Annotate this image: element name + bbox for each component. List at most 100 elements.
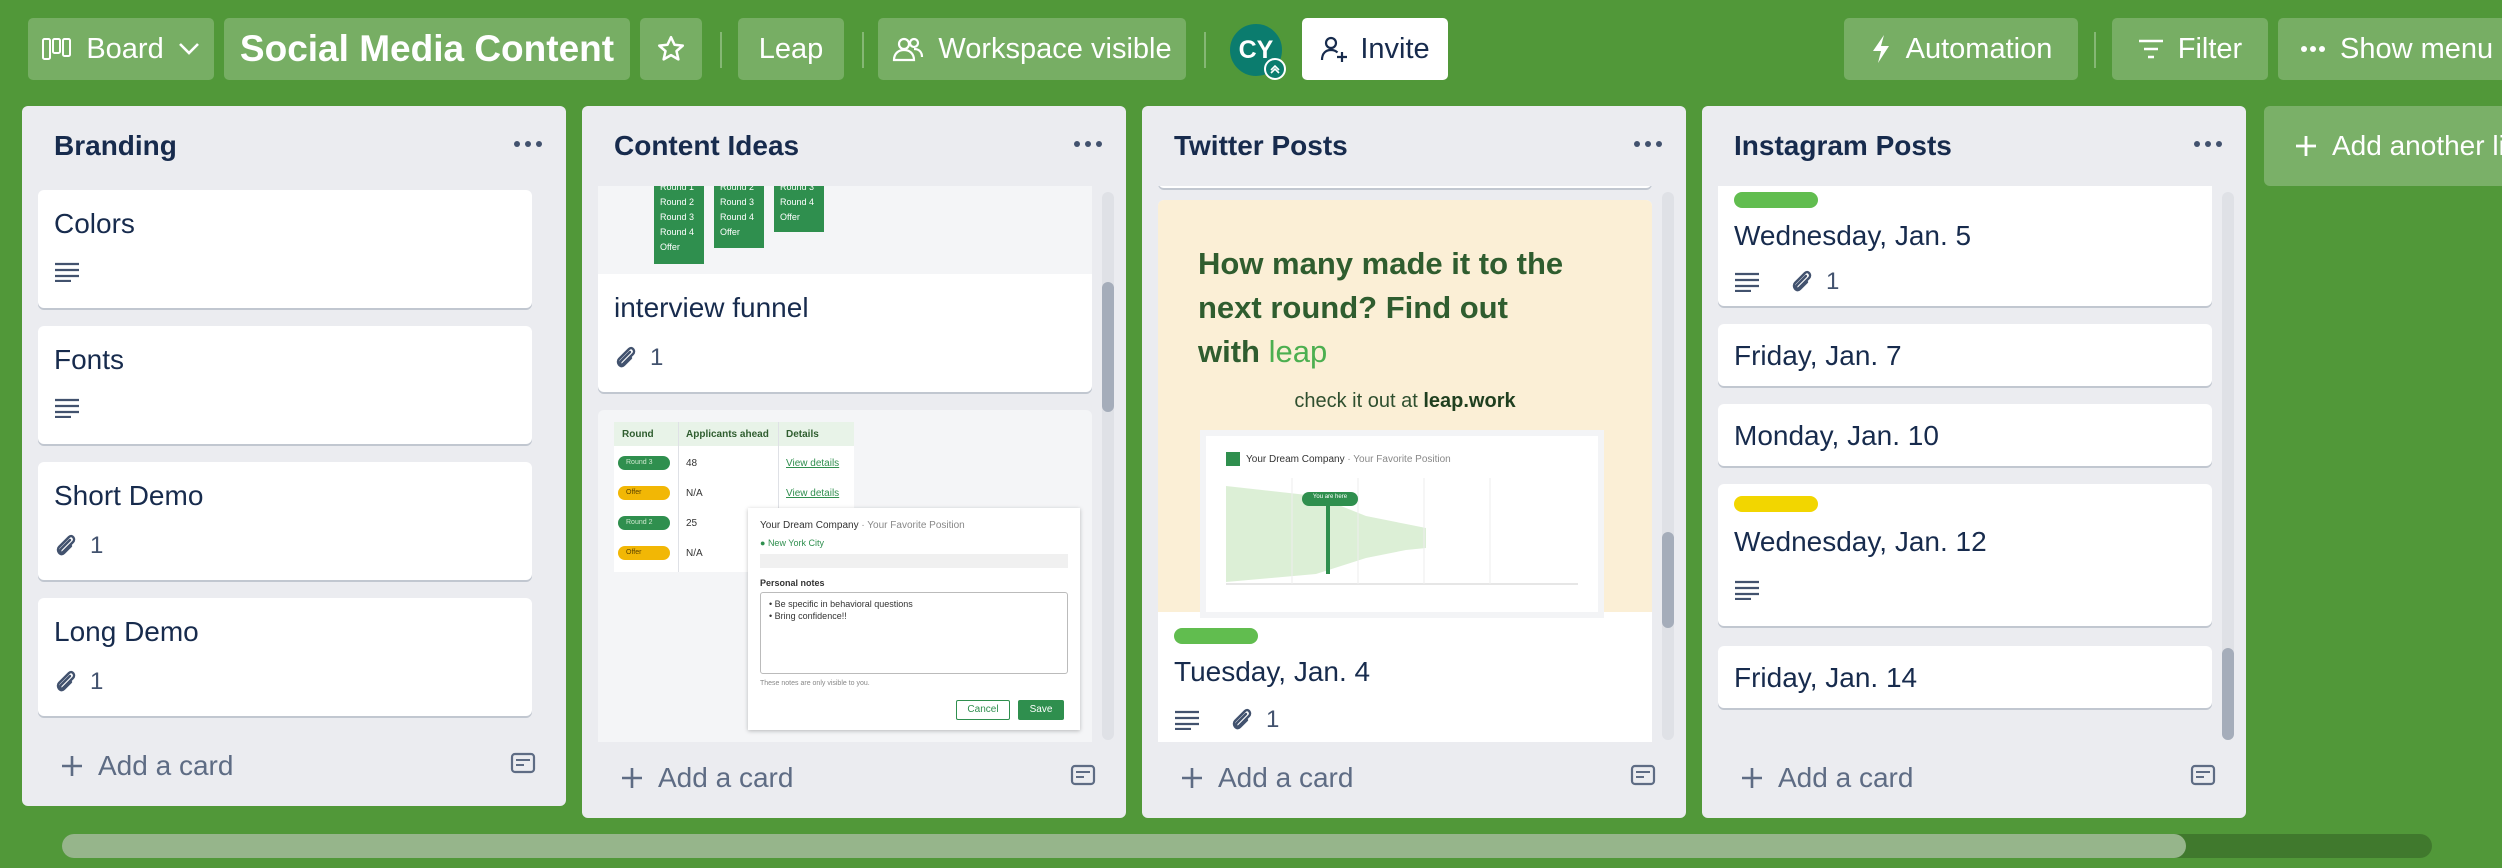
card-friday-jan-7[interactable]: Friday, Jan. 7 bbox=[1718, 324, 2212, 386]
card-template-icon[interactable] bbox=[1630, 762, 1656, 788]
list-menu-button[interactable] bbox=[2194, 134, 2222, 154]
show-menu-label: Show menu bbox=[2340, 32, 2494, 65]
list-menu-button[interactable] bbox=[1634, 134, 1662, 154]
card-wednesday-jan-12[interactable]: Wednesday, Jan. 12 bbox=[1718, 484, 2212, 626]
card-title: Fonts bbox=[54, 344, 125, 375]
card-short-demo[interactable]: Short Demo 1 bbox=[38, 462, 532, 580]
pill-label: Round 2 bbox=[660, 197, 695, 207]
add-card-button[interactable]: Add a card bbox=[620, 762, 793, 794]
list-scrollbar[interactable] bbox=[1102, 192, 1114, 740]
add-card-label: Add a card bbox=[1218, 762, 1354, 793]
list-title[interactable]: Content Ideas bbox=[614, 130, 799, 162]
card-wednesday-jan-5[interactable]: Wednesday, Jan. 5 1 bbox=[1718, 186, 2212, 306]
list-header: Branding bbox=[22, 106, 566, 186]
automation-button[interactable]: Automation bbox=[1844, 18, 2078, 80]
list-scrollbar[interactable] bbox=[1662, 192, 1674, 740]
pill-label: Round 4 bbox=[720, 212, 755, 222]
mock-note: Be specific in behavioral questions bbox=[774, 599, 913, 609]
promo-link: leap.work bbox=[1423, 390, 1516, 412]
board-horizontal-scrollbar[interactable] bbox=[62, 834, 2432, 858]
list-header: Content Ideas bbox=[582, 106, 1126, 186]
board-header: Board Social Media Content Leap Workspac… bbox=[0, 0, 2502, 100]
visibility-button[interactable]: Workspace visible bbox=[878, 18, 1186, 80]
list-scrollbar-thumb[interactable] bbox=[1662, 532, 1674, 628]
people-icon bbox=[893, 37, 924, 62]
card-badges bbox=[54, 398, 80, 418]
paperclip-icon bbox=[56, 670, 76, 692]
list-menu-button[interactable] bbox=[514, 134, 542, 154]
list-scrollbar-thumb[interactable] bbox=[1102, 282, 1114, 412]
card-title: Friday, Jan. 14 bbox=[1734, 662, 1918, 693]
list-twitter-posts: Twitter Posts How many made it to the ne… bbox=[1142, 106, 1686, 818]
card-interview-funnel[interactable]: Round 1 Round 2 Round 3 Round 4 Offer Ro… bbox=[598, 186, 1092, 392]
attachment-count: 1 bbox=[90, 532, 104, 559]
card-label-yellow[interactable] bbox=[1734, 496, 1818, 512]
list-header: Instagram Posts bbox=[1702, 106, 2246, 186]
list-scrollbar[interactable] bbox=[2222, 192, 2234, 740]
card-long-demo[interactable]: Long Demo 1 bbox=[38, 598, 532, 716]
card-template-icon[interactable] bbox=[1070, 762, 1096, 788]
list-title[interactable]: Instagram Posts bbox=[1734, 130, 1952, 162]
pill-label: Round 2 bbox=[720, 186, 755, 192]
card-cover-image: Round Applicants ahead Details Round 3 4… bbox=[598, 410, 1092, 742]
attachment-badge: 1 bbox=[614, 344, 663, 372]
mock-count: N/A bbox=[686, 488, 703, 499]
add-card-label: Add a card bbox=[658, 762, 794, 793]
card-badges: 1 bbox=[614, 344, 663, 372]
mock-status-pill: Offer bbox=[618, 486, 670, 500]
mock-col-header: Round bbox=[622, 429, 654, 440]
mock-location: New York City bbox=[767, 538, 824, 548]
list-scrollbar-thumb[interactable] bbox=[2222, 648, 2234, 740]
promo-mock-position: · Your Favorite Position bbox=[1347, 454, 1451, 465]
plus-icon bbox=[2296, 136, 2316, 156]
list-menu-button[interactable] bbox=[1074, 134, 1102, 154]
card-badges: 1 bbox=[54, 668, 103, 696]
board-scrollbar-thumb[interactable] bbox=[62, 834, 2186, 858]
add-card-button[interactable]: Add a card bbox=[1180, 762, 1353, 794]
mock-status-pill: Round 3 bbox=[618, 456, 670, 470]
list-branding: Branding Colors Fonts Short Demo 1 Long … bbox=[22, 106, 566, 806]
star-board-button[interactable] bbox=[640, 18, 702, 80]
attachment-badge: 1 bbox=[1230, 706, 1279, 734]
pill-label: Offer bbox=[660, 242, 680, 252]
view-switcher-label: Board bbox=[86, 32, 164, 65]
plus-icon bbox=[62, 756, 82, 776]
card-label-green[interactable] bbox=[1734, 192, 1818, 208]
card-badges: 1 bbox=[1174, 706, 1279, 734]
paperclip-icon bbox=[1792, 270, 1812, 292]
mock-notes-label: Personal notes bbox=[760, 578, 825, 588]
card-title: Wednesday, Jan. 5 bbox=[1734, 220, 1972, 251]
list-content-ideas: Content Ideas Round 1 Round 2 Round 3 Ro… bbox=[582, 106, 1126, 818]
card-label-green[interactable] bbox=[1174, 628, 1258, 644]
card-friday-jan-14[interactable]: Friday, Jan. 14 bbox=[1718, 646, 2212, 708]
invite-button[interactable]: Invite bbox=[1302, 18, 1448, 80]
card-colors[interactable]: Colors bbox=[38, 190, 532, 308]
card-title: Colors bbox=[54, 208, 135, 239]
board-icon bbox=[42, 38, 72, 60]
card-previous[interactable] bbox=[1158, 186, 1652, 188]
add-card-button[interactable]: Add a card bbox=[1740, 762, 1913, 794]
view-switcher-button[interactable]: Board bbox=[28, 18, 214, 80]
card-badges: 1 bbox=[1734, 268, 1839, 296]
add-list-button[interactable]: Add another list bbox=[2264, 106, 2502, 186]
promo-subline: check it out at leap.work bbox=[1158, 390, 1652, 413]
pill-label: Offer bbox=[720, 227, 740, 237]
board-title[interactable]: Social Media Content bbox=[224, 18, 630, 80]
plus-icon bbox=[1182, 768, 1202, 788]
card-template-icon[interactable] bbox=[510, 750, 536, 776]
add-card-button[interactable]: Add a card bbox=[60, 750, 233, 782]
filter-button[interactable]: Filter bbox=[2112, 18, 2268, 80]
promo-mock-company: Your Dream Company bbox=[1246, 454, 1345, 465]
card-title: Long Demo bbox=[54, 616, 199, 647]
card-tuesday-jan-4[interactable]: How many made it to the next round? Find… bbox=[1158, 200, 1652, 742]
list-title[interactable]: Twitter Posts bbox=[1174, 130, 1348, 162]
card-fonts[interactable]: Fonts bbox=[38, 326, 532, 444]
list-title[interactable]: Branding bbox=[54, 130, 177, 162]
card-app-mockup[interactable]: Round Applicants ahead Details Round 3 4… bbox=[598, 410, 1092, 742]
promo-prefix: with bbox=[1198, 334, 1269, 369]
show-menu-button[interactable]: Show menu bbox=[2278, 18, 2502, 80]
attachment-badge: 1 bbox=[54, 668, 103, 696]
card-template-icon[interactable] bbox=[2190, 762, 2216, 788]
workspace-button[interactable]: Leap bbox=[738, 18, 844, 80]
card-monday-jan-10[interactable]: Monday, Jan. 10 bbox=[1718, 404, 2212, 466]
